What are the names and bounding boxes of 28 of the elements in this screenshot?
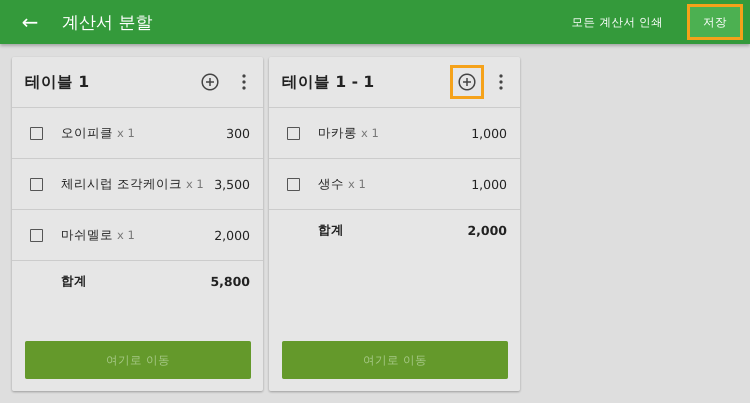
item-name: 오이피클 x 1 <box>61 124 136 142</box>
add-button[interactable] <box>450 65 484 99</box>
back-button[interactable]: ← <box>18 10 42 34</box>
save-button[interactable]: 저장 <box>687 4 743 40</box>
item-price: 3,500 <box>214 176 250 192</box>
checkbox[interactable] <box>287 126 300 140</box>
checkbox[interactable] <box>30 178 43 190</box>
plus-circle-icon <box>201 73 219 91</box>
item-name: 생수 x 1 <box>318 176 367 192</box>
item-price: 2,000 <box>214 228 250 242</box>
item-name: 체리시럽 조각케이크 x 1 <box>61 176 205 192</box>
item-price: 1,000 <box>471 176 507 192</box>
checkbox[interactable] <box>30 126 43 140</box>
total-label: 합계 <box>61 272 88 290</box>
card-title: 테이블 1 <box>25 72 90 92</box>
item-price: 300 <box>226 126 250 140</box>
item-name: 마쉬멜로 x 1 <box>61 226 136 244</box>
checkbox[interactable] <box>287 178 300 190</box>
plus-circle-icon <box>458 73 476 91</box>
checkbox[interactable] <box>30 228 43 242</box>
item-price: 1,000 <box>471 126 507 140</box>
print-all-button[interactable]: 모든 계산서 인쇄 <box>560 4 675 40</box>
screen-title: 계산서 분할 <box>62 12 154 34</box>
card-title: 테이블 1 - 1 <box>282 72 376 92</box>
total-amount: 2,000 <box>467 222 507 238</box>
item-name: 마카롱 x 1 <box>318 124 380 142</box>
total-label: 합계 <box>318 222 345 238</box>
total-amount: 5,800 <box>210 274 250 288</box>
